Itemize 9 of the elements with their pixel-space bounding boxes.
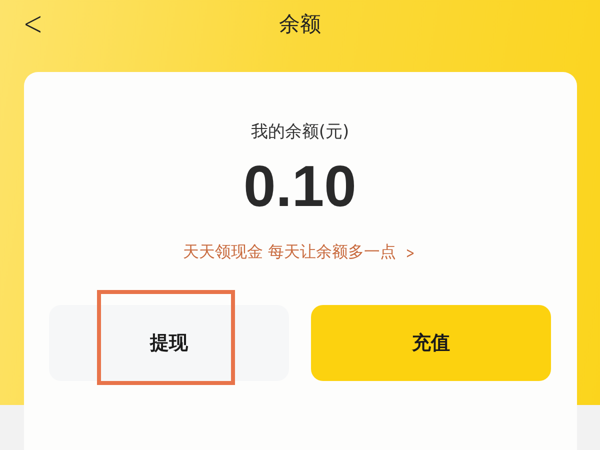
- recharge-button[interactable]: 充值: [311, 305, 551, 381]
- chevron-icon: >: [406, 244, 415, 262]
- page-title: 余额: [279, 11, 321, 38]
- balance-amount: 0.10: [244, 153, 356, 220]
- back-button[interactable]: <: [22, 4, 44, 44]
- balance-label: 我的余额(元): [250, 121, 350, 143]
- promo-link[interactable]: 天天领现金 每天让余额多一点 >: [183, 242, 417, 263]
- promo-text: 天天领现金 每天让余额多一点: [183, 242, 396, 263]
- withdraw-button[interactable]: 提现: [49, 305, 289, 381]
